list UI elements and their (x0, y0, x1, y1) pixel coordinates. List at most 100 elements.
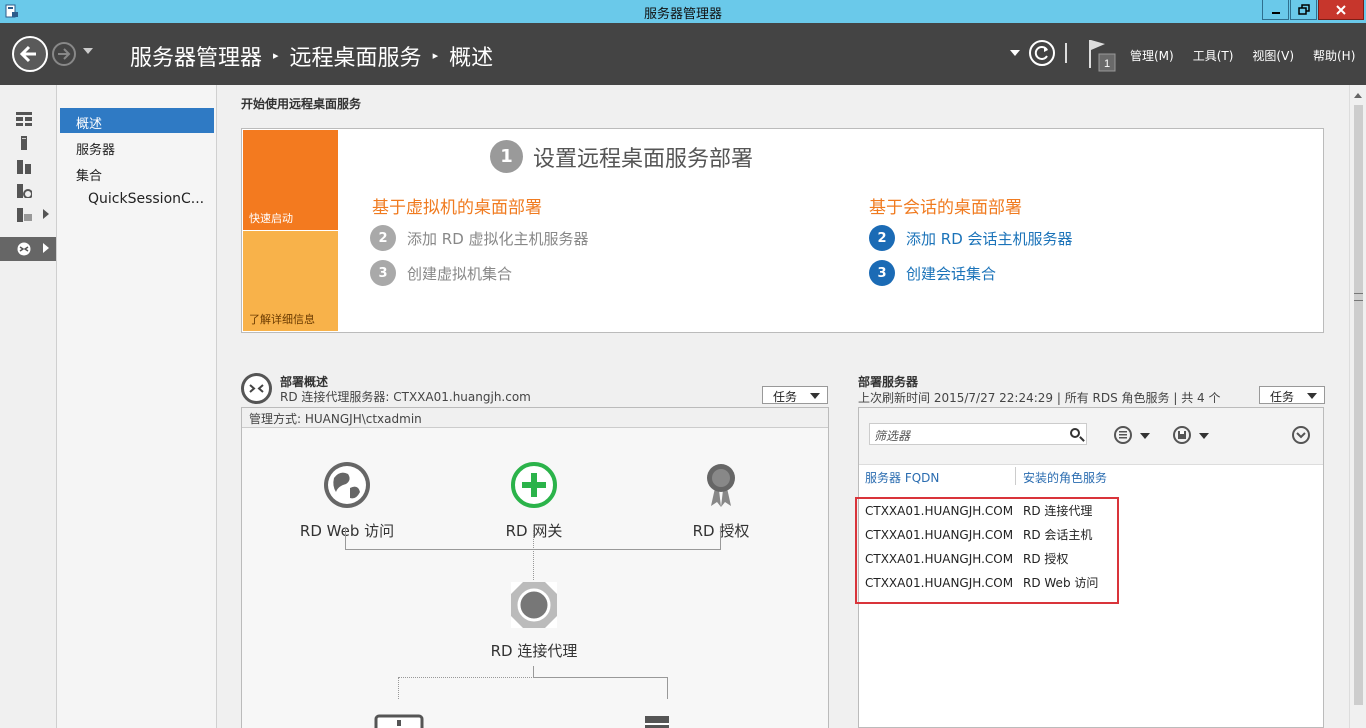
dropdown-arrow-icon[interactable] (1140, 433, 1150, 439)
session-step-create-collection[interactable]: 3 创建会话集合 (869, 260, 996, 286)
managed-by-line: 管理方式: HUANGJH\ctxadmin (242, 408, 828, 428)
refresh-status: 上次刷新时间 2015/7/27 22:24:29 | 所有 RDS 角色服务 … (858, 391, 1221, 405)
filter-input[interactable]: 筛选器 (869, 423, 1087, 445)
node-label: RD 网关 (505, 522, 563, 540)
sidebar-file-services[interactable] (0, 203, 56, 227)
column-header-fqdn[interactable]: 服务器 FQDN (865, 469, 939, 486)
remote-desktop-icon (17, 242, 31, 256)
nav-item-overview[interactable]: 概述 (60, 108, 214, 133)
vm-step-create-collection: 3 创建虚拟机集合 (370, 260, 512, 286)
scrollbar-thumb[interactable] (1354, 105, 1363, 705)
vertical-scrollbar[interactable] (1349, 85, 1366, 728)
filter-toolbar: 筛选器 (859, 408, 1323, 465)
breadcrumb-item[interactable]: 概述 (449, 40, 493, 72)
sidebar-all-servers[interactable] (0, 155, 56, 179)
rd-gateway-node[interactable]: RD 网关 (484, 460, 584, 541)
nav-item-quicksession[interactable]: QuickSessionC... (60, 186, 214, 211)
icon-sidebar (0, 85, 57, 728)
expand-collapse-icon[interactable] (1292, 426, 1310, 444)
filter-placeholder: 筛选器 (874, 429, 911, 443)
step1-header: 1 设置远程桌面服务部署 (490, 140, 753, 173)
breadcrumb-item[interactable]: 服务器管理器 (130, 40, 262, 72)
getting-started-panel: 快速启动 了解详细信息 1 设置远程桌面服务部署 基于虚拟机的桌面部署 2 添加… (241, 128, 1324, 333)
restore-icon (1297, 3, 1310, 15)
back-button[interactable] (12, 36, 48, 72)
file-storage-icon (17, 184, 32, 198)
breadcrumb-item[interactable]: 远程桌面服务 (290, 40, 422, 72)
nav-item-collections[interactable]: 集合 (60, 160, 214, 185)
session-host-icon (645, 716, 669, 728)
deployment-overview-header: 部署概述 RD 连接代理服务器: CTXXA01.huangjh.com 任务 (241, 373, 829, 407)
all-servers-icon (17, 160, 31, 174)
forward-button[interactable] (52, 42, 76, 66)
rd-web-access-node[interactable]: RD Web 访问 (297, 460, 397, 541)
flag-icon: 1 (1089, 40, 1116, 72)
connector-line (398, 677, 534, 678)
scrollbar-grip-icon (1354, 293, 1363, 301)
sidebar-remote-desktop[interactable] (0, 237, 56, 261)
dropdown-arrow-icon[interactable] (1199, 433, 1209, 439)
quick-start-tile[interactable]: 快速启动 (243, 130, 338, 230)
step-link[interactable]: 添加 RD 会话主机服务器 (906, 228, 1073, 249)
globe-icon (324, 462, 370, 508)
history-dropdown-icon[interactable] (82, 47, 94, 55)
step-label: 添加 RD 虚拟化主机服务器 (407, 229, 589, 248)
column-header-roles[interactable]: 安装的角色服务 (1023, 469, 1107, 486)
header-bar: 服务器管理器 ▸ 远程桌面服务 ▸ 概述 1 管理(M) 工具(T) 视图(V)… (0, 23, 1366, 85)
session-step-add-host[interactable]: 2 添加 RD 会话主机服务器 (869, 225, 1073, 251)
scroll-up-arrow-icon[interactable] (1354, 93, 1362, 98)
connection-broker-icon (511, 582, 557, 628)
rd-licensing-node[interactable]: RD 授权 (671, 460, 771, 541)
local-server-icon (21, 136, 27, 150)
refresh-icon (1034, 46, 1048, 60)
refresh-button[interactable] (1029, 40, 1055, 66)
close-button[interactable] (1318, 0, 1364, 20)
breadcrumb-separator-icon: ▸ (432, 48, 439, 62)
window-title: 服务器管理器 (643, 7, 722, 22)
expand-arrow-icon[interactable] (43, 209, 49, 219)
back-arrow-icon (19, 45, 36, 63)
close-icon (1336, 4, 1346, 15)
sidebar-local-server[interactable] (0, 131, 56, 155)
highlight-annotation-box (855, 497, 1119, 604)
dropdown-arrow-icon (810, 393, 820, 399)
list-options-icon[interactable] (1114, 426, 1132, 444)
menu-view[interactable]: 视图(V) (1252, 47, 1294, 64)
deployment-tasks-button[interactable]: 任务 (762, 386, 828, 404)
step-number: 2 (869, 225, 895, 251)
vm-step-add-host: 2 添加 RD 虚拟化主机服务器 (370, 225, 589, 251)
learn-more-tile[interactable]: 了解详细信息 (243, 231, 338, 331)
add-plus-icon (511, 462, 557, 508)
menu-tools[interactable]: 工具(T) (1193, 47, 1234, 64)
menu-manage[interactable]: 管理(M) (1130, 47, 1174, 64)
notifications-flag[interactable]: 1 (1087, 38, 1117, 74)
connector-line (398, 677, 399, 699)
rd-connection-broker-node[interactable]: RD 连接代理 (484, 580, 584, 661)
nav-item-servers[interactable]: 服务器 (60, 134, 214, 159)
column-divider[interactable] (1015, 467, 1016, 485)
menu-help[interactable]: 帮助(H) (1313, 47, 1355, 64)
forward-arrow-icon (58, 48, 71, 60)
sidebar-dashboard[interactable] (0, 107, 56, 131)
breadcrumb: 服务器管理器 ▸ 远程桌面服务 ▸ 概述 (130, 40, 493, 72)
expand-arrow-icon[interactable] (43, 243, 49, 253)
connector-line (720, 528, 721, 550)
minimize-button[interactable] (1262, 0, 1289, 20)
step-link[interactable]: 创建会话集合 (906, 263, 996, 284)
breadcrumb-dropdown-icon[interactable] (1010, 50, 1020, 56)
step-number: 3 (869, 260, 895, 286)
servers-tasks-button[interactable]: 任务 (1259, 386, 1325, 404)
navigation-panel: 概述 服务器 集合 QuickSessionC... (57, 85, 217, 728)
deployment-servers-header: 部署服务器 上次刷新时间 2015/7/27 22:24:29 | 所有 RDS… (858, 373, 1325, 407)
section-title: 开始使用远程桌面服务 (241, 97, 362, 111)
file-services-icon (17, 208, 32, 222)
save-query-icon[interactable] (1173, 426, 1191, 444)
search-icon[interactable] (1070, 428, 1080, 438)
step1-label: 设置远程桌面服务部署 (533, 146, 754, 172)
main-content: 开始使用远程桌面服务 快速启动 了解详细信息 1 设置远程桌面服务部署 基于虚拟… (217, 85, 1349, 728)
maximize-button[interactable] (1290, 0, 1317, 20)
dashboard-icon (16, 112, 32, 126)
sidebar-file-storage[interactable] (0, 179, 56, 203)
breadcrumb-separator-icon: ▸ (273, 48, 279, 62)
certificate-ribbon-icon (707, 464, 735, 507)
